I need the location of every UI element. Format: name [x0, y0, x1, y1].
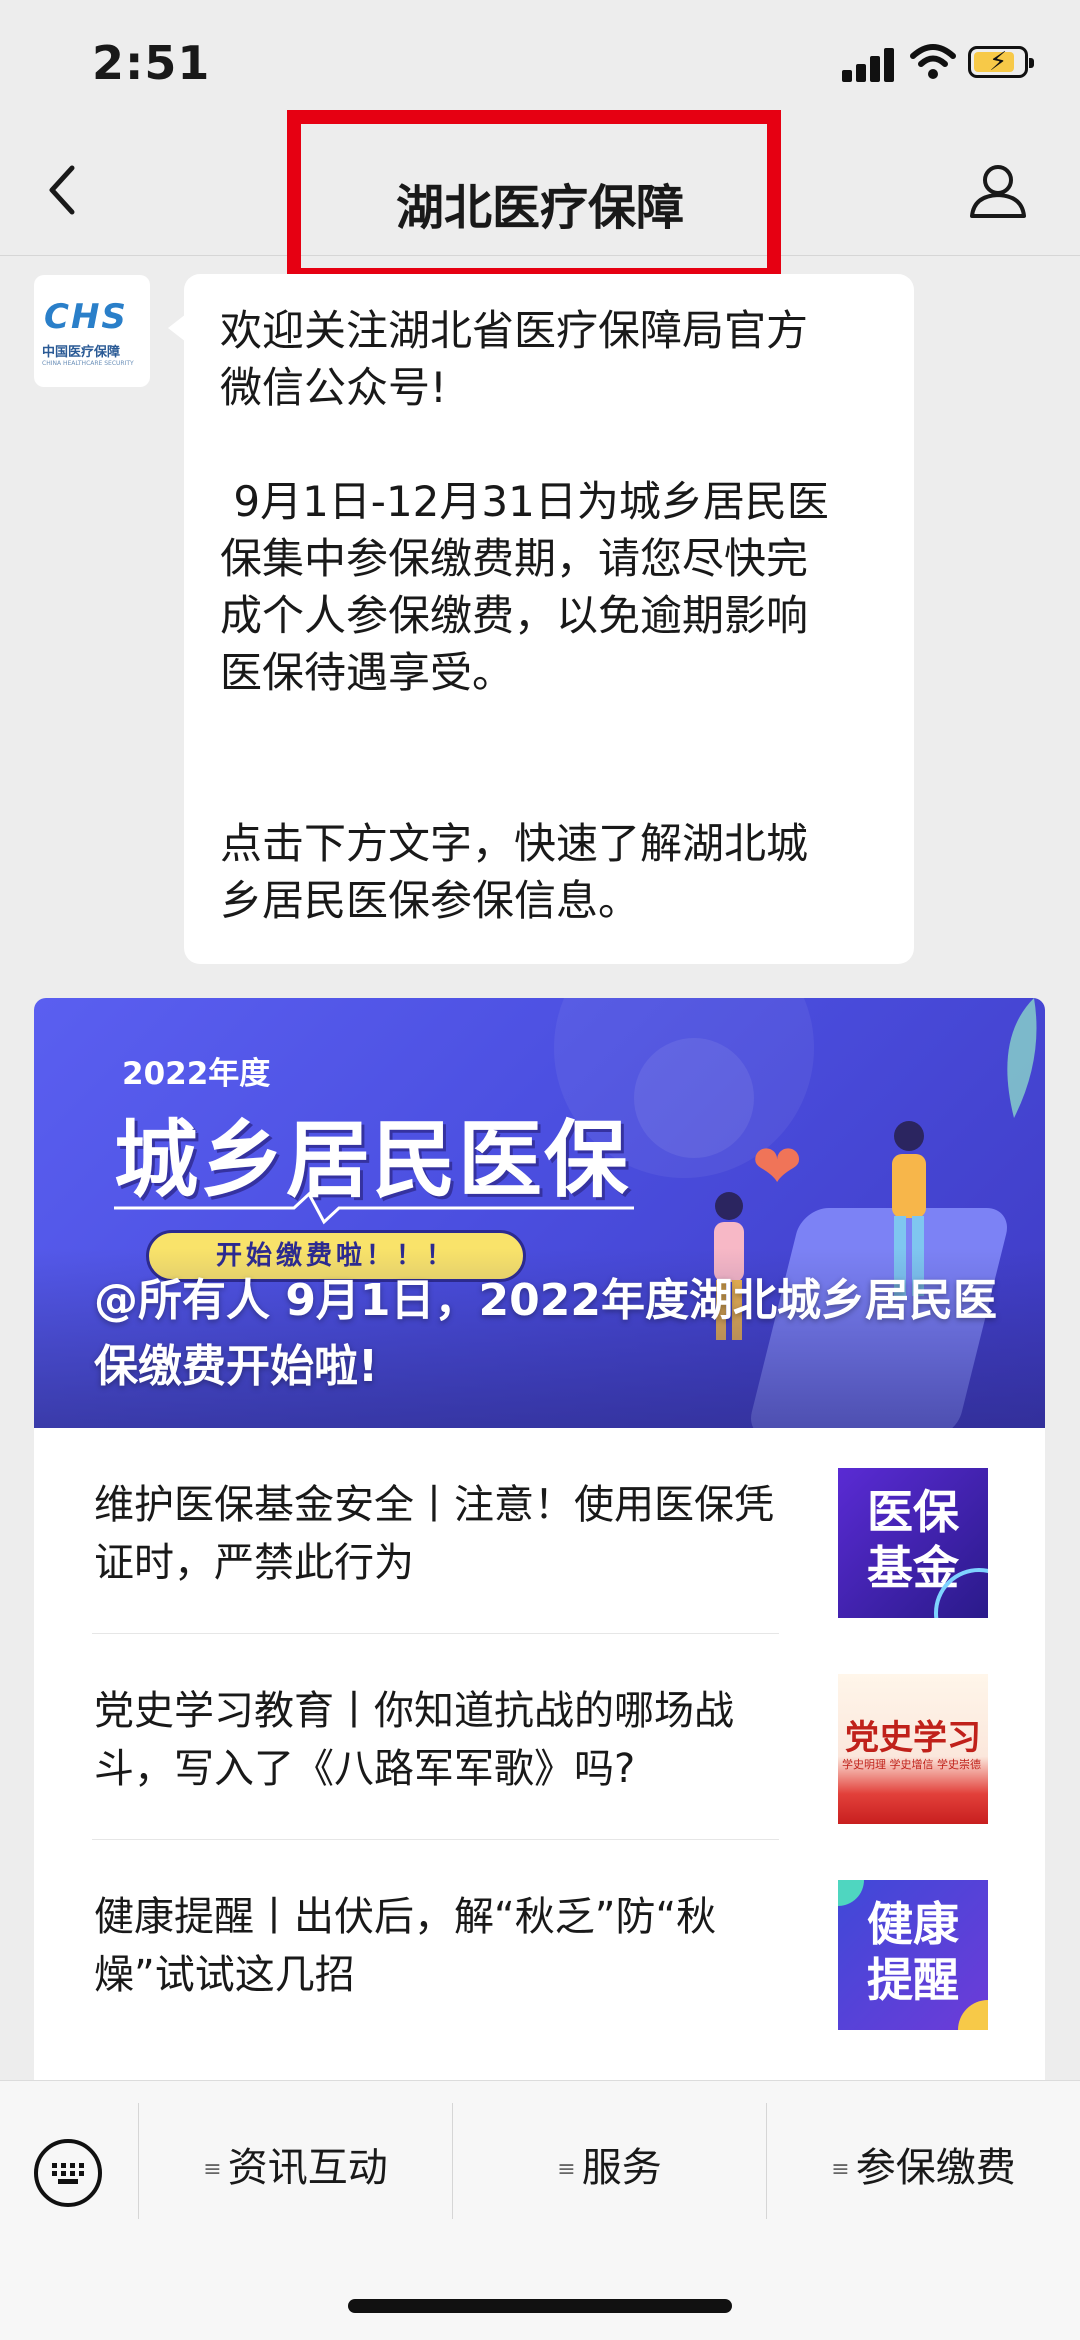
message-paragraph-3: 点击下方文字，快速了解湖北城 乡居民医保参保信息。 — [220, 819, 809, 925]
article-thumbnail: 党史学习 学史明理 学史增信 学史崇德 — [838, 1674, 988, 1824]
article-item[interactable]: 健康提醒丨出伏后，解“秋乏”防“秋燥”试试这几招 健康 提醒 — [34, 1840, 1045, 2046]
article-item[interactable]: 维护医保基金安全丨注意！使用医保凭证时，严禁此行为 医保 基金 — [34, 1428, 1045, 1634]
status-time: 2:51 — [92, 36, 211, 90]
menu-item-news[interactable]: ≡ 资讯互动 — [139, 2133, 452, 2203]
thumbnail-text: 党史学习 — [845, 1718, 981, 1758]
article-item[interactable]: 党史学习教育丨你知道抗战的哪场战斗，写入了《八路军军歌》吗? 党史学习 学史明理… — [34, 1634, 1045, 1840]
article-thumbnail: 医保 基金 — [838, 1468, 988, 1618]
message-paragraph-2: 9月1日-12月31日为城乡居民医 保集中参保缴费期，请您尽快完 成个人参保缴费… — [220, 477, 829, 697]
thumbnail-subtext: 学史明理 学史增信 学史崇德 — [842, 1758, 981, 1771]
menu-item-label: 服务 — [581, 2145, 662, 2191]
menu-item-payment[interactable]: ≡ 参保缴费 — [767, 2133, 1080, 2203]
article-card: ❤ 2022年度 城乡居民医保 开始缴费啦！！！ @所有人 9月1日，2022年… — [34, 998, 1045, 2118]
featured-article-banner[interactable]: ❤ 2022年度 城乡居民医保 开始缴费啦！！！ @所有人 9月1日，2022年… — [34, 998, 1045, 1428]
featured-article-title[interactable]: @所有人 9月1日，2022年度湖北城乡居民医保缴费开始啦! — [94, 1268, 1024, 1400]
signal-icon — [842, 46, 898, 82]
keyboard-toggle-icon[interactable] — [34, 2139, 102, 2207]
message-paragraph-1: 欢迎关注湖北省医疗保障局官方 微信公众号! — [220, 306, 809, 412]
account-avatar[interactable]: CHS 中国医疗保障 CHINA HEALTHCARE SECURITY — [34, 275, 150, 387]
highlight-box — [287, 110, 781, 282]
banner-year-label: 2022年度 — [122, 1056, 271, 1092]
battery-icon: ⚡ — [968, 46, 1034, 78]
article-title[interactable]: 维护医保基金安全丨注意！使用医保凭证时，严禁此行为 — [94, 1476, 794, 1592]
menu-item-label: 参保缴费 — [855, 2145, 1016, 2191]
article-title[interactable]: 健康提醒丨出伏后，解“秋乏”防“秋燥”试试这几招 — [94, 1888, 794, 2004]
leaf-illustration — [1007, 998, 1037, 1118]
logo-en-text: CHINA HEALTHCARE SECURITY — [42, 360, 134, 367]
chs-logo: CHS — [44, 297, 128, 337]
welcome-message-bubble: 欢迎关注湖北省医疗保障局官方 微信公众号! 9月1日-12月31日为城乡居民医 … — [168, 274, 914, 964]
menu-item-label: 资讯互动 — [227, 2145, 388, 2191]
menu-lines-icon: ≡ — [203, 2157, 222, 2182]
pulse-line — [114, 1191, 634, 1225]
logo-cn-text: 中国医疗保障 — [42, 345, 121, 360]
wifi-icon — [910, 44, 956, 79]
profile-icon[interactable] — [968, 160, 1028, 220]
home-indicator[interactable] — [348, 2299, 732, 2313]
article-title[interactable]: 党史学习教育丨你知道抗战的哪场战斗，写入了《八路军军歌》吗? — [94, 1682, 794, 1798]
article-thumbnail: 健康 提醒 — [838, 1880, 988, 2030]
menu-item-service[interactable]: ≡ 服务 — [453, 2133, 766, 2203]
thumbnail-text: 健康 提醒 — [867, 1897, 959, 2007]
menu-lines-icon: ≡ — [831, 2157, 850, 2182]
menu-lines-icon: ≡ — [557, 2157, 576, 2182]
